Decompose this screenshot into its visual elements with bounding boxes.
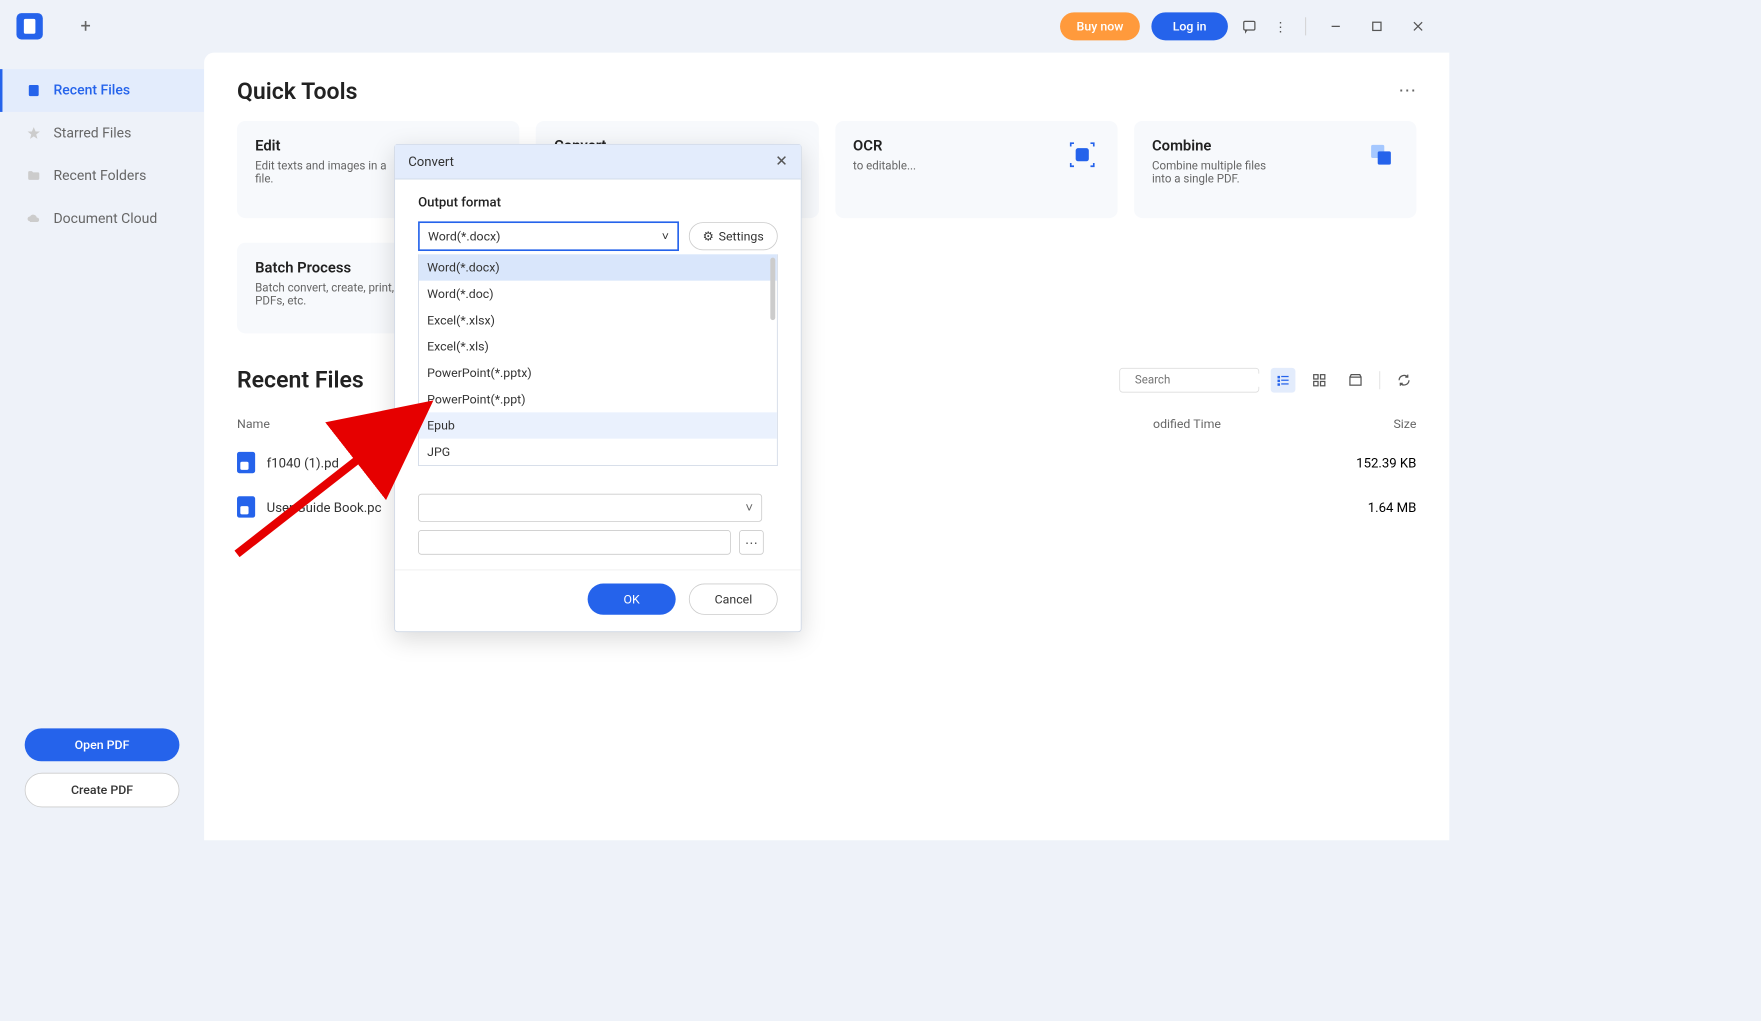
close-icon[interactable]: ✕ xyxy=(775,153,787,170)
cancel-button[interactable]: Cancel xyxy=(689,584,778,615)
dropdown-option[interactable]: Word(*.docx) xyxy=(419,254,777,280)
svg-text:T: T xyxy=(1079,150,1085,161)
star-icon xyxy=(26,125,42,141)
create-pdf-button[interactable]: Create PDF xyxy=(25,773,180,808)
quick-tools-more[interactable]: ⋯ xyxy=(1398,81,1416,102)
chevron-down-icon: ˅ xyxy=(745,500,753,516)
minimize-button[interactable] xyxy=(1321,12,1351,42)
pdf-icon xyxy=(237,452,255,473)
maximize-button[interactable] xyxy=(1362,12,1392,42)
column-time: odified Time xyxy=(1153,416,1318,431)
close-button[interactable] xyxy=(1403,12,1433,42)
login-button[interactable]: Log in xyxy=(1151,12,1228,40)
dropdown-option[interactable]: PowerPoint(*.ppt) xyxy=(419,386,777,412)
dropdown-option[interactable]: Word(*.doc) xyxy=(419,281,777,307)
format-dropdown: Word(*.docx) Word(*.doc) Excel(*.xlsx) E… xyxy=(418,254,778,466)
file-icon xyxy=(26,82,42,98)
tool-card-ocr[interactable]: OCR to editable... T xyxy=(835,121,1117,218)
sidebar-item-label: Starred Files xyxy=(53,125,131,141)
open-pdf-button[interactable]: Open PDF xyxy=(25,728,180,761)
sidebar-item-label: Document Cloud xyxy=(53,211,157,227)
new-tab-button[interactable]: + xyxy=(76,16,96,36)
dropdown-option[interactable]: PowerPoint(*.pptx) xyxy=(419,360,777,386)
convert-dialog: Convert ✕ Output format Word(*.docx) ˅ ⚙… xyxy=(394,144,801,632)
sidebar-item-label: Recent Files xyxy=(53,82,130,98)
tool-desc: Combine multiple files into a single PDF… xyxy=(1152,160,1284,186)
tool-desc: to editable... xyxy=(853,160,916,173)
file-size: 1.64 MB xyxy=(1318,499,1417,515)
pdf-icon xyxy=(237,496,255,517)
tool-title: Combine xyxy=(1152,137,1284,154)
tool-title: OCR xyxy=(853,137,916,154)
recent-files-title: Recent Files xyxy=(237,366,364,393)
quick-tools-title: Quick Tools xyxy=(237,77,357,104)
tool-card-combine[interactable]: Combine Combine multiple files into a si… xyxy=(1134,121,1416,218)
sidebar-item-starred[interactable]: Starred Files xyxy=(0,112,204,155)
scrollbar[interactable] xyxy=(770,258,775,321)
gear-icon: ⚙ xyxy=(703,229,714,244)
combine-icon xyxy=(1364,137,1399,172)
dialog-title: Convert xyxy=(408,154,454,170)
dropdown-option[interactable]: JPG xyxy=(419,439,777,465)
column-size: Size xyxy=(1318,416,1417,431)
cloud-icon xyxy=(26,211,42,227)
ok-button[interactable]: OK xyxy=(587,584,676,615)
buy-now-button[interactable]: Buy now xyxy=(1060,12,1140,40)
archive-view-button[interactable] xyxy=(1343,367,1368,392)
tool-title: Edit xyxy=(255,137,387,154)
grid-view-button[interactable] xyxy=(1307,367,1332,392)
app-logo[interactable] xyxy=(16,13,42,39)
dropdown-option[interactable]: Excel(*.xls) xyxy=(419,333,777,359)
dropdown-option[interactable]: Excel(*.xlsx) xyxy=(419,307,777,333)
refresh-button[interactable] xyxy=(1392,367,1417,392)
dropdown-option[interactable]: Epub xyxy=(419,412,777,438)
search-input[interactable] xyxy=(1119,367,1259,392)
tool-desc: Edit texts and images in a file. xyxy=(255,160,387,186)
sidebar-item-label: Recent Folders xyxy=(53,168,146,184)
path-input[interactable] xyxy=(418,530,731,555)
settings-button[interactable]: ⚙ Settings xyxy=(689,222,778,250)
sidebar-item-cloud[interactable]: Document Cloud xyxy=(0,198,204,241)
format-select[interactable]: Word(*.docx) ˅ xyxy=(418,221,679,251)
list-view-button[interactable] xyxy=(1271,367,1296,392)
sidebar-item-recent-files[interactable]: Recent Files xyxy=(0,69,204,112)
chat-icon[interactable] xyxy=(1239,16,1259,36)
more-menu-icon[interactable]: ⋮ xyxy=(1271,16,1291,36)
folder-icon xyxy=(26,168,42,184)
output-format-label: Output format xyxy=(418,194,778,210)
ocr-icon: T xyxy=(1065,137,1100,172)
sidebar-item-recent-folders[interactable]: Recent Folders xyxy=(0,155,204,198)
secondary-select[interactable]: ˅ xyxy=(418,494,762,522)
file-size: 152.39 KB xyxy=(1318,455,1417,471)
browse-button[interactable]: ⋯ xyxy=(739,530,764,555)
chevron-down-icon: ˅ xyxy=(662,229,669,244)
